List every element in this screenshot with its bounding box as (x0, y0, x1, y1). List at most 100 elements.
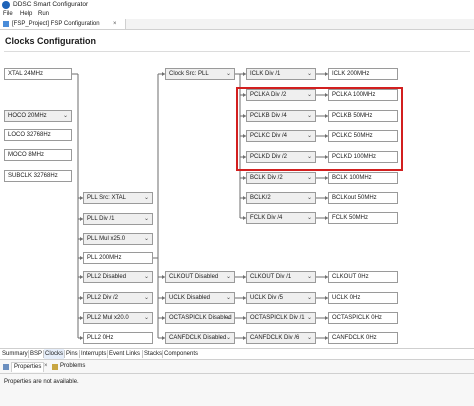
chevron-down-icon: ⌄ (306, 113, 312, 119)
node-label: PCLKC 50MHz (332, 133, 373, 139)
node-label: PLL 200MHz (87, 255, 122, 261)
node-label: PLL2 0Hz (87, 335, 114, 341)
tab-problems[interactable]: Problems (60, 362, 85, 371)
value-box-fclk-out: FCLK 50MHz (328, 212, 398, 224)
node-label: CLKOUT Disabled (169, 274, 219, 280)
tab-bsp[interactable]: BSP (29, 349, 43, 359)
chevron-down-icon: ⌄ (306, 71, 312, 77)
node-label: PCLKA 100MHz (332, 92, 376, 98)
chevron-down-icon: ⌄ (306, 315, 312, 321)
select-octa-src[interactable]: OCTASPICLK Disabled ⌄ (165, 312, 235, 324)
chevron-down-icon: ⌄ (306, 195, 312, 201)
chevron-down-icon: ⌄ (306, 154, 312, 160)
node-label: PLL Mul x25.0 (87, 236, 126, 242)
chevron-down-icon: ⌄ (225, 295, 231, 301)
menu-bar: File Help Run (0, 10, 474, 19)
chevron-down-icon: ⌄ (143, 295, 149, 301)
select-pclkc-div[interactable]: PCLKC Div /4 ⌄ (246, 130, 316, 142)
node-label: PLL2 Div /2 (87, 295, 119, 301)
chevron-down-icon: ⌄ (225, 274, 231, 280)
select-iclk-div[interactable]: ICLK Div /1 ⌄ (246, 68, 316, 80)
app-logo-icon (2, 1, 10, 9)
chevron-down-icon: ⌄ (306, 274, 312, 280)
editor-tab-bar: [FSP_Project] FSP Configuration × (0, 19, 474, 30)
select-pclkd-div[interactable]: PCLKD Div /2 ⌄ (246, 151, 316, 163)
close-icon[interactable]: × (44, 363, 48, 369)
select-uclk-src[interactable]: UCLK Disabled ⌄ (165, 292, 235, 304)
select-bclkout-div[interactable]: BCLK/2 ⌄ (246, 192, 316, 204)
node-label: PCLKC Div /4 (250, 133, 288, 139)
value-box-loco: LOCO 32768Hz (4, 129, 72, 141)
chevron-down-icon: ⌄ (306, 335, 312, 341)
node-label: FCLK Div /4 (250, 215, 283, 221)
properties-icon (3, 364, 9, 370)
select-pll2-mul[interactable]: PLL2 Mul x20.0 ⌄ (83, 312, 153, 324)
editor-tab-fsp-configuration[interactable]: [FSP_Project] FSP Configuration × (0, 19, 126, 29)
page-title: Clocks Configuration (5, 36, 97, 46)
tab-pins[interactable]: Pins (65, 349, 79, 359)
node-label: PCLKB 50MHz (332, 113, 373, 119)
value-box-pclkb-out: PCLKB 50MHz (328, 110, 398, 122)
close-icon[interactable]: × (113, 20, 117, 28)
select-hoco[interactable]: HOCO 20MHz ⌄ (4, 110, 72, 122)
node-label: UCLK Disabled (169, 295, 211, 301)
tab-clocks[interactable]: Clocks (44, 349, 65, 359)
select-fclk-div[interactable]: FCLK Div /4 ⌄ (246, 212, 316, 224)
select-canfd-src[interactable]: CANFDCLK Disabled ⌄ (165, 332, 235, 344)
chevron-down-icon: ⌄ (225, 335, 231, 341)
window-title-bar: DDSC Smart Configurator (0, 0, 474, 10)
select-canfd-div[interactable]: CANFDCLK Div /6 ⌄ (246, 332, 316, 344)
chevron-down-icon: ⌄ (306, 133, 312, 139)
node-label: ICLK Div /1 (250, 71, 281, 77)
chevron-down-icon: ⌄ (306, 295, 312, 301)
value-box-pll-out: PLL 200MHz (83, 252, 153, 264)
chevron-down-icon: ⌄ (306, 92, 312, 98)
chevron-down-icon: ⌄ (143, 216, 149, 222)
select-uclk-div[interactable]: UCLK Div /5 ⌄ (246, 292, 316, 304)
select-pclka-div[interactable]: PCLKA Div /2 ⌄ (246, 89, 316, 101)
tab-summary[interactable]: Summary (1, 349, 29, 359)
select-pll2-div[interactable]: PLL2 Div /2 ⌄ (83, 292, 153, 304)
select-clkout-div[interactable]: CLKOUT Div /1 ⌄ (246, 271, 316, 283)
value-box-iclk-out: ICLK 200MHz (328, 68, 398, 80)
value-box-bclkout-out: BCLKout 50MHz (328, 192, 398, 204)
value-box-xtal: XTAL 24MHz (4, 68, 72, 80)
value-box-bclk-out: BCLK 100MHz (328, 172, 398, 184)
tab-stacks[interactable]: Stacks (143, 349, 163, 359)
select-clkout-src[interactable]: CLKOUT Disabled ⌄ (165, 271, 235, 283)
chevron-down-icon: ⌄ (225, 315, 231, 321)
chevron-down-icon: ⌄ (306, 175, 312, 181)
chevron-down-icon: ⌄ (225, 71, 231, 77)
value-box-pclkc-out: PCLKC 50MHz (328, 130, 398, 142)
window-title: DDSC Smart Configurator (13, 1, 89, 8)
node-label: OCTASPICLK Disabled (169, 315, 232, 321)
node-label: XTAL 24MHz (8, 71, 44, 77)
value-box-pclkd-out: PCLKD 100MHz (328, 151, 398, 163)
clock-tree-wires (72, 72, 328, 340)
node-label: CANFDCLK Disabled (169, 335, 227, 341)
node-label: BCLKout 50MHz (332, 195, 377, 201)
tab-event-links[interactable]: Event Links (108, 349, 141, 359)
value-box-canfd-out: CANFDCLK 0Hz (328, 332, 398, 344)
problems-icon (52, 364, 58, 370)
select-pclkb-div[interactable]: PCLKB Div /4 ⌄ (246, 110, 316, 122)
configuration-file-icon (3, 21, 9, 27)
menu-file[interactable]: File (3, 10, 13, 19)
menu-help[interactable]: Help (20, 10, 32, 19)
node-label: CANFDCLK 0Hz (332, 335, 377, 341)
tab-properties[interactable]: Properties (11, 362, 45, 372)
views-panel: Properties × Problems Properties are not… (0, 359, 474, 406)
value-box-octa-out: OCTASPICLK 0Hz (328, 312, 398, 324)
menu-run[interactable]: Run (38, 10, 49, 19)
select-clk-src[interactable]: Clock Src: PLL ⌄ (165, 68, 235, 80)
node-label: CLKOUT Div /1 (250, 274, 292, 280)
select-pll2-src[interactable]: PLL2 Disabled ⌄ (83, 271, 153, 283)
select-bclk-div[interactable]: BCLK Div /2 ⌄ (246, 172, 316, 184)
select-octa-div[interactable]: OCTASPICLK Div /1 ⌄ (246, 312, 316, 324)
tab-interrupts[interactable]: Interrupts (80, 349, 107, 359)
chevron-down-icon: ⌄ (143, 274, 149, 280)
select-pll-src[interactable]: PLL Src: XTAL ⌄ (83, 192, 153, 204)
tab-components[interactable]: Components (163, 349, 199, 359)
select-pll-mul[interactable]: PLL Mul x25.0 ⌄ (83, 233, 153, 245)
select-pll-div[interactable]: PLL Div /1 ⌄ (83, 213, 153, 225)
